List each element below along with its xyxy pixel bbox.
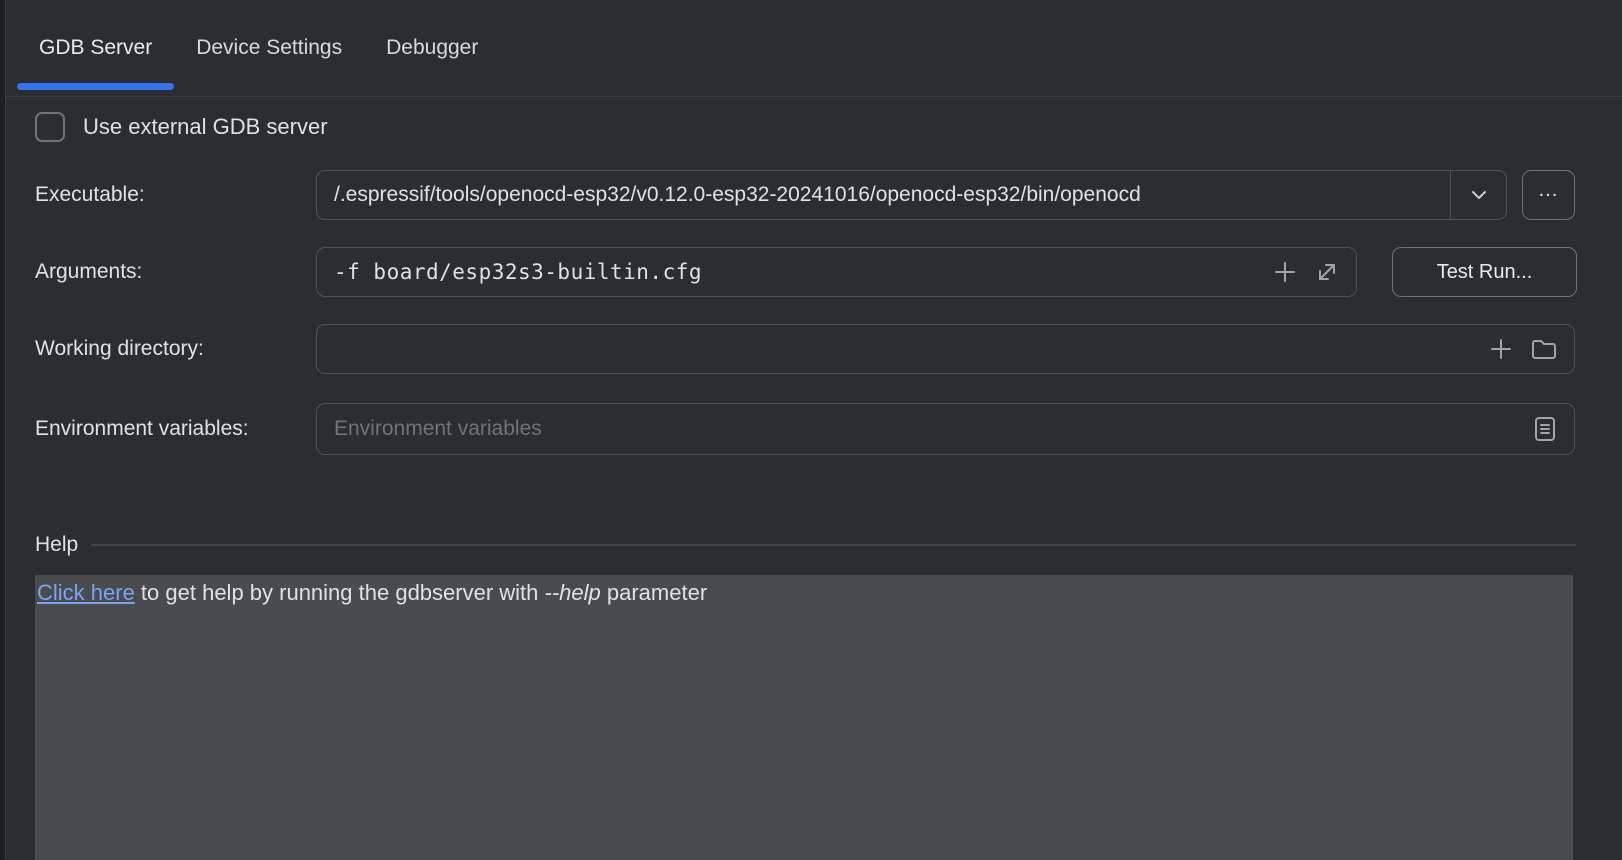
plus-icon[interactable] <box>1272 259 1298 285</box>
tab-device-settings[interactable]: Device Settings <box>174 0 364 96</box>
environment-variables-row: Environment variables: Environment varia… <box>0 403 1622 455</box>
executable-dropdown-button[interactable] <box>1450 171 1506 219</box>
help-section-title: Help <box>35 533 78 557</box>
working-directory-input[interactable] <box>316 324 1575 374</box>
help-click-here-link[interactable]: Click here <box>37 580 135 605</box>
help-text: to get help by running the gdbserver wit… <box>135 580 545 605</box>
help-section-header: Help <box>35 533 1576 557</box>
tab-debugger[interactable]: Debugger <box>364 0 500 96</box>
executable-browse-button[interactable]: ... <box>1522 170 1575 220</box>
checkbox-label: Use external GDB server <box>83 114 328 140</box>
environment-variables-placeholder[interactable]: Environment variables <box>317 417 1532 441</box>
environment-variables-label: Environment variables: <box>35 403 249 455</box>
working-directory-field-icons <box>1488 336 1574 362</box>
gdb-server-settings-panel: GDB Server Device Settings Debugger Use … <box>0 0 1622 860</box>
help-italic-flag: --help <box>545 580 601 605</box>
active-tab-indicator <box>17 83 174 90</box>
tab-gdb-server[interactable]: GDB Server <box>17 0 174 96</box>
ellipsis-label: ... <box>1539 178 1559 201</box>
working-directory-row: Working directory: <box>0 324 1622 374</box>
use-external-gdb-server-checkbox[interactable] <box>35 112 65 142</box>
tab-label: GDB Server <box>39 36 152 60</box>
arguments-value[interactable]: -f board/esp32s3-builtin.cfg <box>317 260 1272 284</box>
executable-row: Executable: /.espressif/tools/openocd-es… <box>0 170 1622 220</box>
arguments-label: Arguments: <box>35 247 142 297</box>
list-editor-icon[interactable] <box>1532 415 1558 443</box>
executable-label: Executable: <box>35 170 145 220</box>
test-run-label: Test Run... <box>1437 261 1533 284</box>
environment-variables-field-icons <box>1532 415 1574 443</box>
expand-icon[interactable] <box>1314 259 1340 285</box>
executable-value[interactable]: /.espressif/tools/openocd-esp32/v0.12.0-… <box>317 183 1450 207</box>
use-external-gdb-server-row: Use external GDB server <box>35 112 328 142</box>
tab-bar: GDB Server Device Settings Debugger <box>6 0 1622 97</box>
tab-label: Device Settings <box>196 36 342 60</box>
environment-variables-input[interactable]: Environment variables <box>316 403 1575 455</box>
tab-label: Debugger <box>386 36 478 60</box>
chevron-down-icon <box>1467 183 1491 207</box>
executable-combobox[interactable]: /.espressif/tools/openocd-esp32/v0.12.0-… <box>316 170 1507 220</box>
arguments-input[interactable]: -f board/esp32s3-builtin.cfg <box>316 247 1357 297</box>
help-output-panel: Click here to get help by running the gd… <box>35 575 1573 860</box>
plus-icon[interactable] <box>1488 336 1514 362</box>
arguments-row: Arguments: -f board/esp32s3-builtin.cfg … <box>0 247 1622 297</box>
help-text-end: parameter <box>601 580 707 605</box>
working-directory-label: Working directory: <box>35 324 204 374</box>
arguments-field-icons <box>1272 259 1356 285</box>
test-run-button[interactable]: Test Run... <box>1392 247 1577 297</box>
folder-icon[interactable] <box>1530 336 1558 362</box>
help-separator-line <box>91 544 1576 546</box>
